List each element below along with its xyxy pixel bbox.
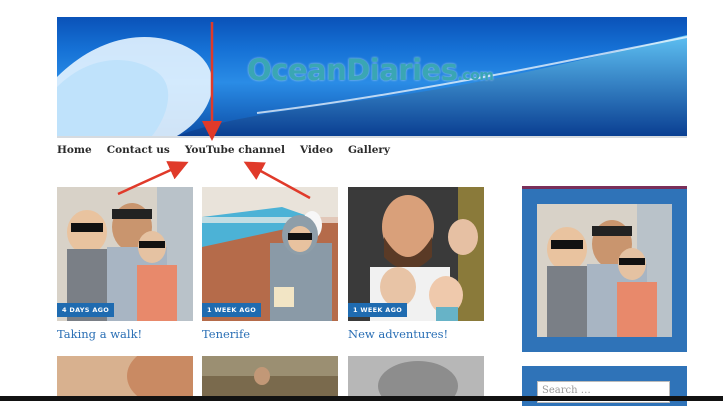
divider	[57, 136, 687, 138]
nav-video[interactable]: Video	[300, 144, 333, 156]
sidebar-image-widget	[522, 186, 687, 352]
post-thumbnail[interactable]	[202, 356, 338, 401]
nav-youtube-channel[interactable]: YouTube channel	[185, 144, 285, 156]
main-nav: Home Contact us YouTube channel Video Ga…	[57, 144, 405, 156]
post-date-badge: 1 WEEK AGO	[202, 303, 262, 317]
post-thumbnail[interactable]	[57, 356, 193, 401]
post-date-badge: 1 WEEK AGO	[348, 303, 408, 317]
post-date-badge: 4 DAYS AGO	[57, 303, 115, 317]
post-thumbnail[interactable]	[348, 356, 484, 401]
post-title-link[interactable]: Tenerife	[202, 327, 338, 341]
post-thumbnail[interactable]: 1 WEEK AGO	[202, 187, 338, 321]
post-thumbnail[interactable]: 1 WEEK AGO	[348, 187, 484, 321]
nav-home[interactable]: Home	[57, 144, 92, 156]
post-thumbnail[interactable]: 4 DAYS AGO	[57, 187, 193, 321]
header-banner[interactable]: OceanDiaries.com	[57, 17, 687, 136]
post-card: 1 WEEK AGO Tenerife	[202, 187, 338, 341]
site-title[interactable]: OceanDiaries.com	[247, 53, 494, 87]
sidebar-image[interactable]	[537, 204, 672, 337]
post-card: 4 DAYS AGO Taking a walk!	[57, 187, 193, 341]
post-title-link[interactable]: Taking a walk!	[57, 327, 193, 341]
nav-gallery[interactable]: Gallery	[348, 144, 390, 156]
post-title-link[interactable]: New adventures!	[348, 327, 484, 341]
bottom-bar	[0, 396, 723, 401]
post-card: 1 WEEK AGO New adventures!	[348, 187, 484, 341]
nav-contact-us[interactable]: Contact us	[107, 144, 170, 156]
